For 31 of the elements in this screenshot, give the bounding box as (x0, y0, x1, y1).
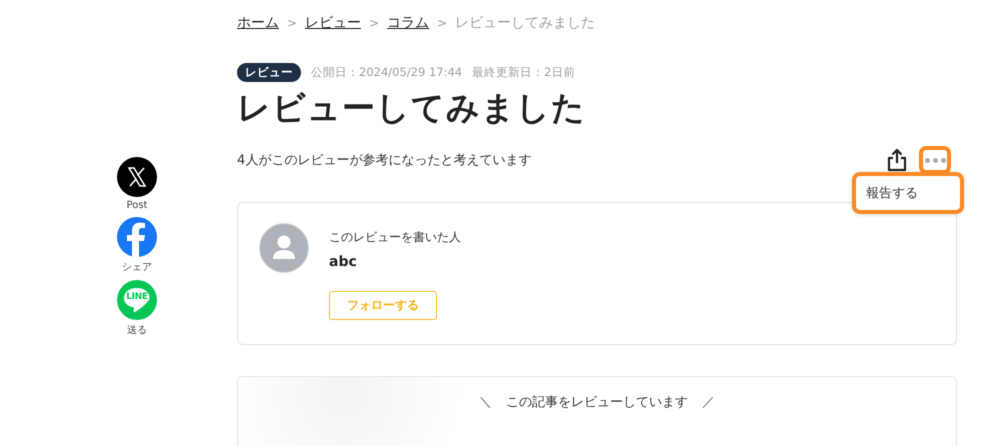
decorative-mark: ／ (702, 394, 715, 412)
share-icon[interactable] (887, 148, 907, 172)
avatar-icon (259, 223, 309, 273)
breadcrumb-link[interactable]: ホーム (237, 14, 279, 32)
logo-text: LINE (125, 292, 149, 302)
updated-date: 最終更新日：2日前 (472, 65, 576, 80)
more-button[interactable] (919, 146, 951, 174)
reviewed-heading: この記事をレビューしています (506, 394, 688, 412)
share-link[interactable]: LINE 送る (117, 280, 157, 337)
share-label: 送る (127, 324, 147, 337)
published-date: 公開日：2024/05/29 17:44 (311, 65, 462, 80)
breadcrumb-separator: > (287, 16, 298, 30)
breadcrumb-separator: > (369, 16, 380, 30)
share-link[interactable]: シェア (117, 217, 157, 274)
author-heading: このレビューを書いた人 (329, 229, 461, 246)
menu-item[interactable]: 報告する (866, 184, 950, 202)
share-label: シェア (122, 261, 152, 274)
category-tag[interactable]: レビュー (237, 63, 301, 82)
facebook-logo-icon (117, 217, 157, 257)
breadcrumb-link[interactable]: コラム (387, 14, 430, 32)
line-logo-icon (117, 280, 157, 320)
decorative-mark: ＼ (479, 394, 492, 412)
breadcrumb-separator: > (437, 16, 448, 30)
x-logo-icon (117, 157, 157, 197)
share-label: Post (126, 200, 148, 211)
breadcrumb-current: レビューしてみました (455, 14, 596, 32)
author-name[interactable]: abc (329, 254, 357, 270)
share-link[interactable]: Post (117, 157, 157, 211)
article-title: レビューしてみました (237, 87, 587, 129)
helpful-count-text: 4人がこのレビューが参考になったと考えています (237, 152, 532, 169)
breadcrumb-link[interactable]: レビュー (305, 14, 362, 32)
